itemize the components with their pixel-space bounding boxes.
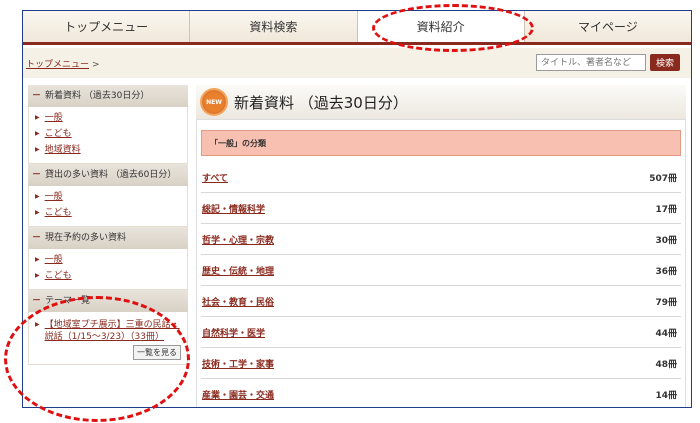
main-body: 「一般」の分類 すべて 507冊 総記・情報科学 17冊 哲学・心理・宗教 30冊 歴…: [196, 119, 686, 407]
sidebar-item-new-kids[interactable]: ▶ こども: [35, 126, 181, 142]
sidebar-item-popular-general[interactable]: ▶ 一般: [35, 189, 181, 205]
sidebar-section-theme-head[interactable]: － テーマ一覧: [28, 290, 188, 312]
collapse-icon: －: [32, 233, 42, 243]
sidebar-section-popular-head[interactable]: － 貸出の多い資料 （過去60日分）: [28, 164, 188, 186]
theme-item-label: 【地域室プチ展示】三重の民話・説話（1/15～3/23）（33冊）: [44, 320, 180, 342]
triangle-right-icon: ▶: [35, 321, 40, 328]
sidebar-section-title: 現在予約の多い資料: [45, 233, 127, 243]
sidebar-item-new-general[interactable]: ▶ 一般: [35, 110, 181, 126]
category-link[interactable]: 技術・工学・家事: [202, 357, 274, 370]
list-item: 総記・情報科学 17冊: [201, 193, 681, 224]
sidebar-section-reserved-head[interactable]: － 現在予約の多い資料: [28, 227, 188, 249]
item-count: 17冊: [655, 204, 677, 215]
tab-search[interactable]: 資料検索: [190, 11, 358, 42]
sidebar-item-label: こども: [44, 208, 72, 218]
collapse-icon: －: [32, 170, 42, 180]
sidebar-section-reserved-body: ▶ 一般 ▶ こども: [28, 249, 188, 290]
tab-top-menu[interactable]: トップメニュー: [23, 11, 191, 42]
sidebar-section-theme-body: ▶ 【地域室プチ展示】三重の民話・説話（1/15～3/23）（33冊） 一覧を見る: [28, 312, 188, 365]
category-link[interactable]: 哲学・心理・宗教: [202, 233, 274, 246]
sidebar-section-title: テーマ一覧: [45, 296, 91, 306]
category-link[interactable]: すべて: [202, 171, 228, 184]
view-list-button[interactable]: 一覧を見る: [133, 345, 181, 360]
category-list: すべて 507冊 総記・情報科学 17冊 哲学・心理・宗教 30冊 歴史・伝統・地理 3…: [201, 162, 681, 407]
item-count: 507冊: [649, 173, 677, 184]
triangle-right-icon: ▶: [35, 146, 40, 153]
sidebar-item-label: 一般: [44, 255, 63, 265]
sidebar-item-label: 一般: [44, 113, 63, 123]
category-link[interactable]: 社会・教育・民俗: [202, 295, 274, 308]
category-link[interactable]: 産業・園芸・交通: [202, 388, 274, 401]
list-item: 歴史・伝統・地理 36冊: [201, 255, 681, 286]
tab-mypage[interactable]: マイページ: [524, 11, 691, 42]
list-item: すべて 507冊: [201, 162, 681, 193]
search-input[interactable]: [536, 54, 646, 71]
breadcrumb-top-link[interactable]: トップメニュー: [26, 60, 89, 70]
sidebar-section-title: 貸出の多い資料 （過去60日分）: [45, 170, 177, 180]
breadcrumb-separator: >: [92, 60, 100, 70]
sidebar-item-reserved-kids[interactable]: ▶ こども: [35, 268, 181, 284]
sidebar-item-label: 地域資料: [44, 145, 81, 155]
page-title: 新着資料 （過去30日分）: [234, 93, 408, 112]
collapse-icon: －: [32, 91, 42, 101]
item-count: 48冊: [655, 359, 677, 370]
triangle-right-icon: ▶: [35, 272, 40, 279]
sidebar-section-new-body: ▶ 一般 ▶ こども ▶ 地域資料: [28, 107, 188, 164]
tab-introduction[interactable]: 資料紹介: [357, 11, 525, 42]
triangle-right-icon: ▶: [35, 256, 40, 263]
main-content: NEW 新着資料 （過去30日分） 「一般」の分類 すべて 507冊 総記・情報科…: [196, 85, 686, 407]
category-header: 「一般」の分類: [201, 130, 681, 156]
sidebar-item-reserved-general[interactable]: ▶ 一般: [35, 252, 181, 268]
sidebar-item-new-local[interactable]: ▶ 地域資料: [35, 142, 181, 158]
list-item: 自然科学・医学 44冊: [201, 317, 681, 348]
sidebar-section-new-head[interactable]: － 新着資料 （過去30日分）: [28, 85, 188, 107]
collapse-icon: －: [32, 296, 42, 306]
main-header: NEW 新着資料 （過去30日分）: [196, 85, 686, 119]
library-page: トップメニュー 資料検索 資料紹介 マイページ トップメニュー> 検索 － 新着…: [22, 10, 692, 408]
list-item: 産業・園芸・交通 14冊: [201, 379, 681, 407]
sidebar-item-popular-kids[interactable]: ▶ こども: [35, 205, 181, 221]
sidebar-section-title: 新着資料 （過去30日分）: [45, 91, 150, 101]
category-link[interactable]: 自然科学・医学: [202, 326, 265, 339]
item-count: 36冊: [655, 266, 677, 277]
sidebar-item-label: こども: [44, 271, 72, 281]
item-count: 14冊: [655, 390, 677, 401]
sidebar: － 新着資料 （過去30日分） ▶ 一般 ▶ こども ▶ 地域資料 － 貸出の多い資料…: [28, 85, 188, 401]
sidebar-section-popular-body: ▶ 一般 ▶ こども: [28, 186, 188, 227]
top-navigation: トップメニュー 資料検索 資料紹介 マイページ: [23, 11, 691, 45]
triangle-right-icon: ▶: [35, 209, 40, 216]
list-item: 哲学・心理・宗教 30冊: [201, 224, 681, 255]
category-link[interactable]: 総記・情報科学: [202, 202, 265, 215]
sidebar-item-label: 一般: [44, 192, 63, 202]
list-item: 社会・教育・民俗 79冊: [201, 286, 681, 317]
triangle-right-icon: ▶: [35, 193, 40, 200]
new-badge-icon: NEW: [202, 90, 226, 114]
category-link[interactable]: 歴史・伝統・地理: [202, 264, 274, 277]
triangle-right-icon: ▶: [35, 130, 40, 137]
search-button[interactable]: 検索: [650, 54, 680, 71]
theme-item-link[interactable]: ▶ 【地域室プチ展示】三重の民話・説話（1/15～3/23）（33冊）: [35, 315, 181, 343]
sub-bar: トップメニュー> 検索: [23, 48, 691, 78]
list-item: 技術・工学・家事 48冊: [201, 348, 681, 379]
breadcrumb: トップメニュー >: [26, 57, 100, 70]
triangle-right-icon: ▶: [35, 114, 40, 121]
item-count: 30冊: [655, 235, 677, 246]
item-count: 79冊: [655, 297, 677, 308]
item-count: 44冊: [655, 328, 677, 339]
sidebar-item-label: こども: [44, 129, 72, 139]
